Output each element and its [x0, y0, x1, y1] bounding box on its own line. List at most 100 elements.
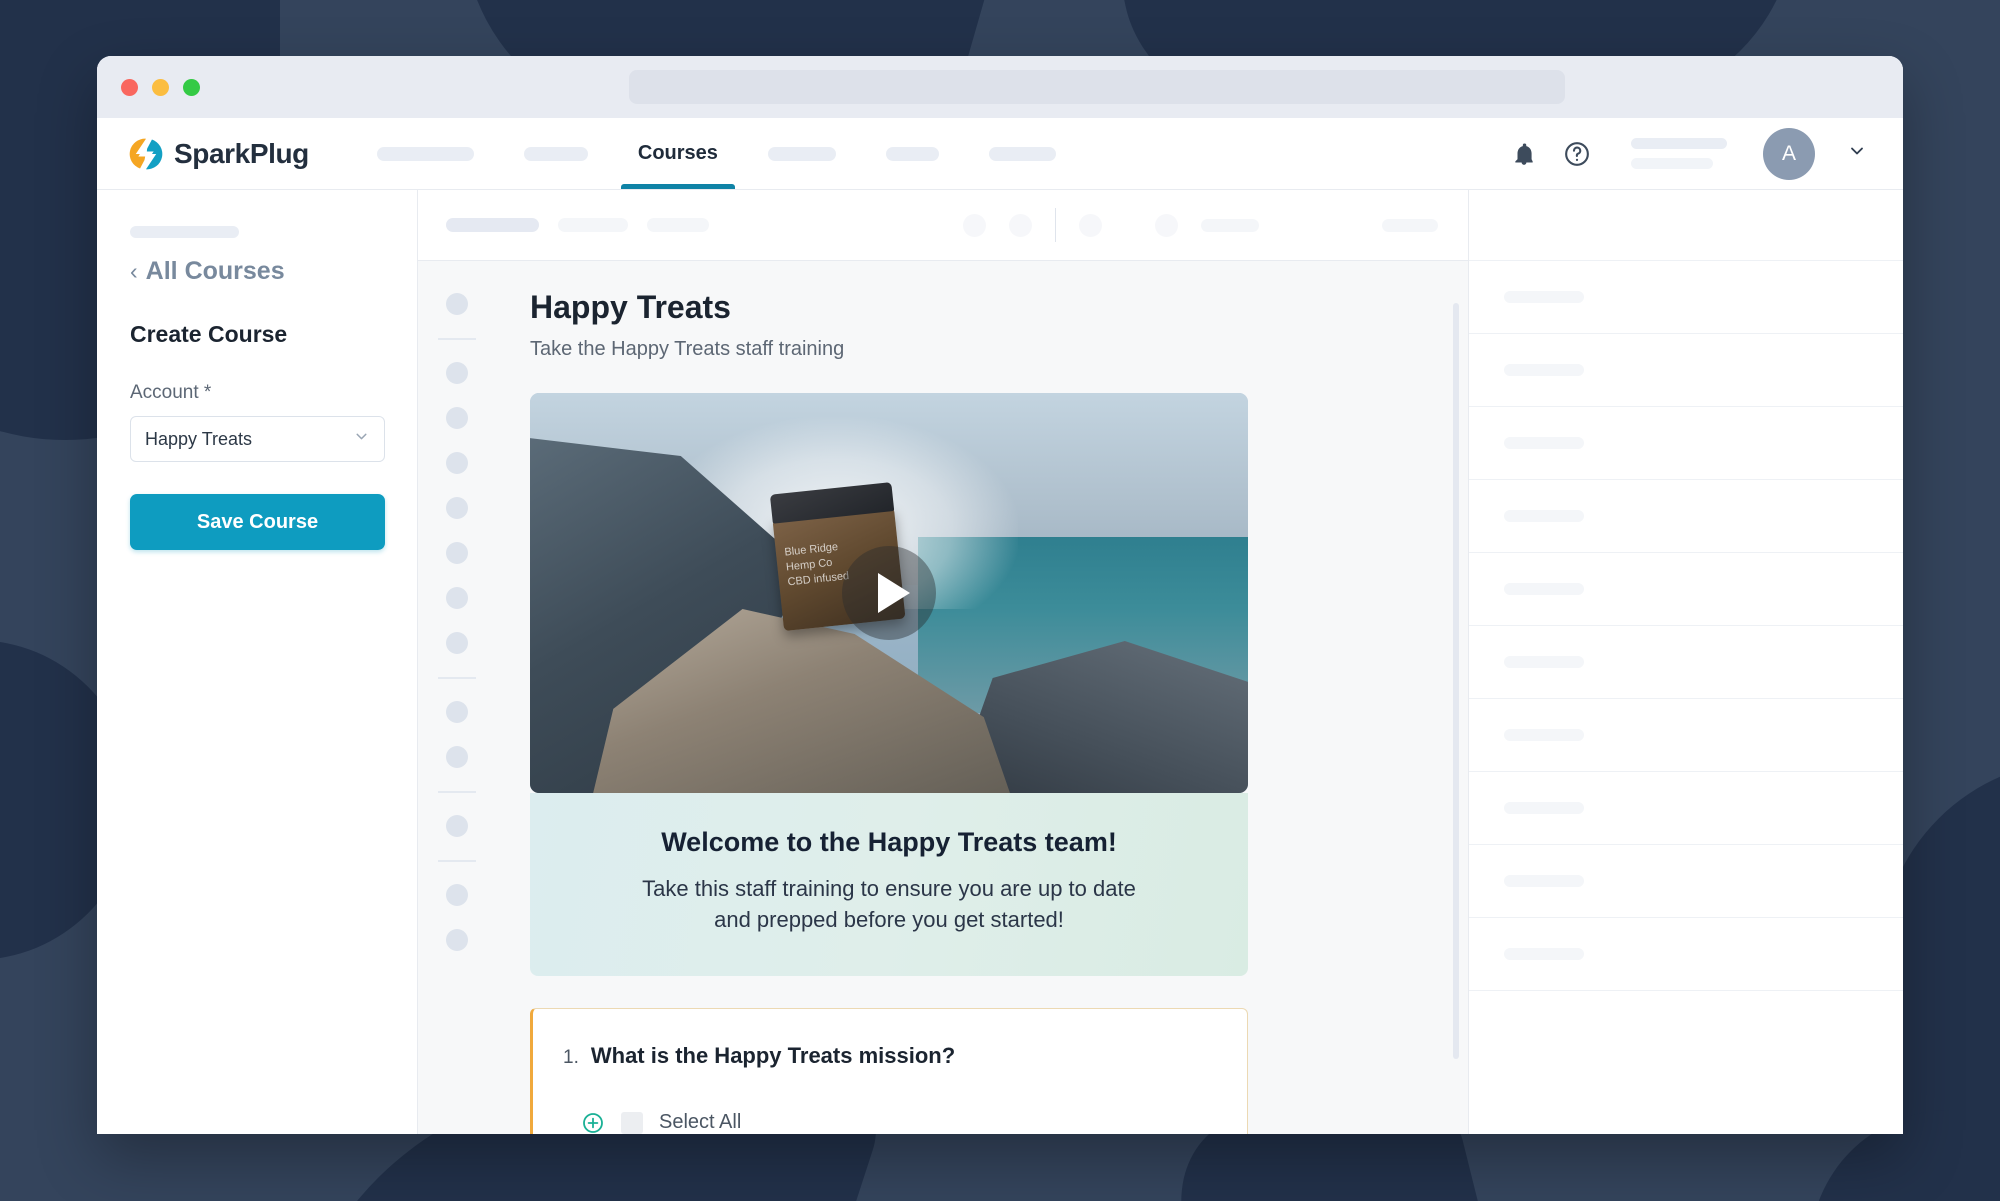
question-card: 1. What is the Happy Treats mission? Sel… — [530, 1007, 1248, 1134]
rail-dot[interactable] — [446, 929, 468, 951]
toolbar-actions — [963, 208, 1438, 242]
top-navigation: Courses — [376, 118, 1056, 189]
toolbar-label-placeholder-1[interactable] — [1201, 218, 1259, 232]
toolbar-placeholder-2[interactable] — [558, 218, 628, 232]
rail-dot[interactable] — [446, 452, 468, 474]
list-item[interactable] — [1469, 553, 1903, 626]
toolbar-placeholder-1[interactable] — [446, 218, 539, 232]
brand-name: SparkPlug — [174, 137, 309, 169]
bell-icon[interactable] — [1511, 141, 1537, 167]
video-product-label: Blue Ridge Hemp Co CBD infused — [783, 539, 850, 590]
minimize-window-button[interactable] — [152, 78, 169, 96]
nav-item-placeholder-1[interactable] — [376, 146, 474, 161]
question-row: 1. What is the Happy Treats mission? — [563, 1043, 1217, 1069]
account-name-placeholder — [1631, 138, 1727, 169]
welcome-line-1: Take this staff training to ensure you a… — [642, 876, 1136, 901]
block-rail — [418, 261, 496, 1134]
list-item[interactable] — [1469, 918, 1903, 991]
list-item[interactable] — [1469, 699, 1903, 772]
nav-item-placeholder-2[interactable] — [523, 146, 588, 161]
save-course-button[interactable]: Save Course — [130, 494, 385, 550]
list-item[interactable] — [1469, 845, 1903, 918]
toolbar-icon-4[interactable] — [1155, 213, 1178, 237]
toolbar-divider — [1055, 208, 1056, 242]
list-item-placeholder — [1504, 875, 1584, 887]
browser-window: SparkPlug Courses A ‹ All Courses Create… — [97, 56, 1903, 1134]
main-content: Happy Treats Take the Happy Treats staff… — [418, 190, 1468, 1134]
chevron-down-icon[interactable] — [1847, 141, 1867, 166]
list-item-placeholder — [1504, 583, 1584, 595]
sparkplug-logo-icon — [129, 138, 163, 169]
toolbar-icon-2[interactable] — [1009, 213, 1032, 237]
nav-item-placeholder-4[interactable] — [885, 146, 939, 161]
close-window-button[interactable] — [121, 78, 138, 96]
tab-courses-label: Courses — [637, 142, 718, 164]
tab-courses[interactable]: Courses — [620, 118, 735, 189]
app-body: ‹ All Courses Create Course Account * Ha… — [97, 190, 1903, 1134]
question-circle-icon[interactable] — [1563, 140, 1591, 168]
rail-separator — [438, 860, 476, 862]
chevron-left-icon: ‹ — [130, 258, 138, 284]
list-item-placeholder — [1504, 656, 1584, 668]
avatar[interactable]: A — [1763, 127, 1815, 180]
rail-dot[interactable] — [446, 701, 468, 723]
list-item-placeholder — [1504, 729, 1584, 741]
list-item[interactable] — [1469, 772, 1903, 845]
rail-dot[interactable] — [446, 497, 468, 519]
rail-dot[interactable] — [446, 542, 468, 564]
list-item[interactable] — [1469, 407, 1903, 480]
list-item[interactable] — [1469, 626, 1903, 699]
welcome-heading: Welcome to the Happy Treats team! — [661, 827, 1117, 857]
toolbar-placeholder-3[interactable] — [647, 218, 709, 232]
list-item[interactable] — [1469, 261, 1903, 334]
rail-dot[interactable] — [446, 632, 468, 654]
course-video-thumbnail[interactable]: Blue Ridge Hemp Co CBD infused — [530, 393, 1248, 793]
list-item[interactable] — [1469, 334, 1903, 407]
sidebar-breadcrumb-placeholder — [130, 226, 239, 238]
list-item[interactable] — [1469, 480, 1903, 553]
list-item-placeholder — [1504, 291, 1584, 303]
select-all-checkbox[interactable] — [621, 1111, 643, 1134]
list-item-placeholder — [1504, 948, 1584, 960]
url-input[interactable] — [629, 70, 1565, 104]
rail-dot[interactable] — [446, 407, 468, 429]
toolbar-icon-1[interactable] — [963, 213, 986, 237]
rail-separator — [438, 338, 476, 340]
account-name-line-1 — [1631, 138, 1727, 149]
back-link-label: All Courses — [145, 257, 285, 285]
toolbar-icon-3[interactable] — [1079, 213, 1102, 237]
chevron-down-icon — [353, 428, 370, 450]
list-item-placeholder — [1504, 364, 1584, 376]
sidebar: ‹ All Courses Create Course Account * Ha… — [97, 190, 418, 1134]
welcome-banner: Welcome to the Happy Treats team! Take t… — [530, 793, 1248, 976]
tab-active-indicator — [620, 184, 735, 189]
play-icon[interactable] — [842, 546, 936, 640]
list-item-placeholder — [1504, 802, 1584, 814]
toolbar-label-placeholder-2[interactable] — [1382, 218, 1438, 232]
select-all-row[interactable]: Select All — [563, 1111, 1217, 1134]
right-panel — [1468, 190, 1903, 1134]
plus-circle-icon[interactable] — [581, 1111, 605, 1134]
course-canvas: Happy Treats Take the Happy Treats staff… — [418, 261, 1468, 1134]
app-header: SparkPlug Courses A — [97, 118, 1903, 190]
account-select[interactable]: Happy Treats — [130, 416, 385, 462]
nav-item-placeholder-3[interactable] — [767, 146, 836, 161]
right-panel-header — [1469, 190, 1903, 261]
rail-dot[interactable] — [446, 362, 468, 384]
play-triangle — [878, 573, 910, 613]
list-item-placeholder — [1504, 437, 1584, 449]
nav-item-placeholder-5[interactable] — [988, 146, 1056, 161]
vertical-scrollbar[interactable] — [1453, 303, 1459, 1059]
select-all-label: Select All — [659, 1111, 742, 1134]
list-item-placeholder — [1504, 510, 1584, 522]
rail-dot[interactable] — [446, 746, 468, 768]
rail-dot[interactable] — [446, 587, 468, 609]
maximize-window-button[interactable] — [183, 78, 200, 96]
brand-logo[interactable]: SparkPlug — [129, 137, 309, 171]
back-to-all-courses-link[interactable]: ‹ All Courses — [130, 257, 417, 286]
rail-dot[interactable] — [446, 815, 468, 837]
rail-dot[interactable] — [446, 293, 468, 315]
rail-dot[interactable] — [446, 884, 468, 906]
avatar-initial: A — [1781, 141, 1796, 165]
account-select-value: Happy Treats — [145, 428, 253, 449]
